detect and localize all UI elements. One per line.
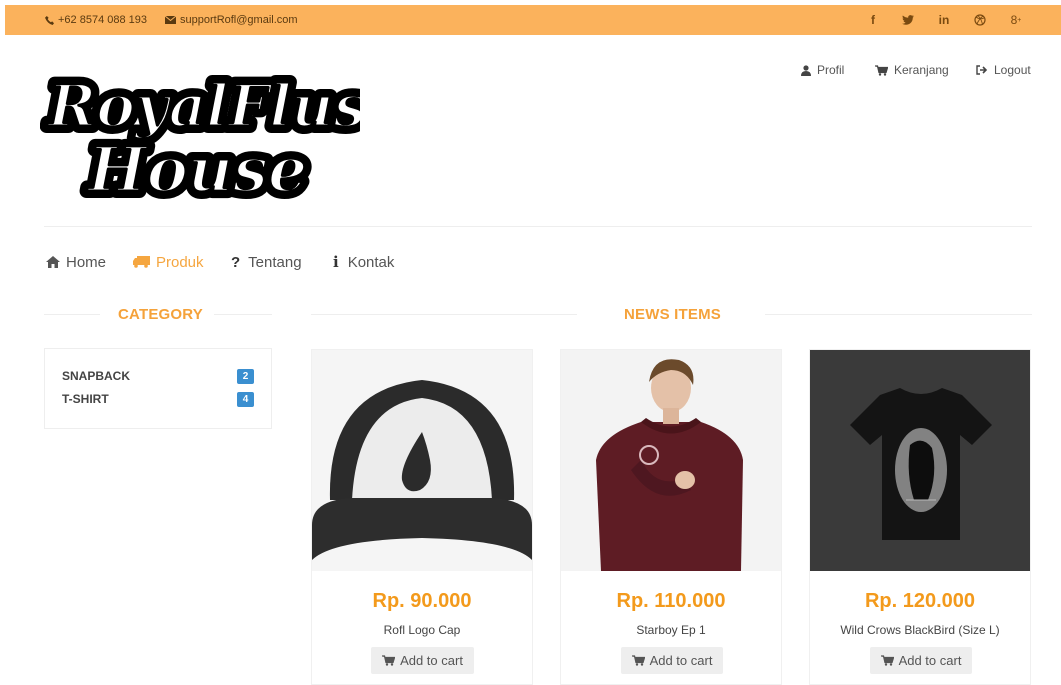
sign-out-icon <box>976 65 988 75</box>
nav-tentang-label[interactable]: Tentang <box>248 254 301 271</box>
add-to-cart-button[interactable]: Add to cart <box>371 647 474 674</box>
add-to-cart-button[interactable]: Add to cart <box>870 647 972 674</box>
nav-kontak-label[interactable]: Kontak <box>348 254 395 271</box>
product-card: Rp. 120.000 Wild Crows BlackBird (Size L… <box>809 349 1031 685</box>
product-name[interactable]: Rofl Logo Cap <box>312 623 532 637</box>
nav-tentang[interactable]: ? Tentang <box>231 253 302 271</box>
news-items-title: NEWS ITEMS <box>624 306 722 323</box>
product-name[interactable]: Starboy Ep 1 <box>561 623 781 637</box>
keranjang-link[interactable]: Keranjang <box>875 62 949 78</box>
product-image[interactable] <box>561 350 781 571</box>
add-to-cart-label[interactable]: Add to cart <box>899 653 962 668</box>
header-divider <box>44 226 1032 227</box>
product-price: Rp. 90.000 <box>372 590 472 612</box>
cart-icon <box>875 64 888 76</box>
twitter-icon[interactable] <box>898 5 918 35</box>
phone-icon <box>45 15 54 25</box>
logout-label[interactable]: Logout <box>994 63 1031 77</box>
info-icon: i <box>333 253 339 271</box>
cart-icon <box>880 655 894 666</box>
category-line-left <box>44 314 100 315</box>
logo-text-line1: RoyalFlush <box>46 72 360 140</box>
email-contact[interactable]: supportRofl@gmail.com <box>165 5 298 35</box>
linkedin-icon[interactable]: in <box>934 5 954 35</box>
product-price: Rp. 120.000 <box>864 590 976 612</box>
category-panel: SNAPBACK 2 T-SHIRT 4 <box>44 348 272 429</box>
product-image[interactable] <box>312 350 532 571</box>
cart-icon <box>631 655 645 666</box>
profil-link[interactable]: Profil <box>801 62 844 78</box>
category-label[interactable]: T-SHIRT <box>62 392 109 406</box>
news-line-left <box>311 314 577 315</box>
count-badge: 2 <box>237 368 254 384</box>
add-to-cart-label[interactable]: Add to cart <box>400 653 463 668</box>
category-title: CATEGORY <box>118 306 203 323</box>
home-icon <box>46 256 60 268</box>
question-icon: ? <box>231 253 241 271</box>
nav-produk-label[interactable]: Produk <box>156 254 204 271</box>
truck-icon <box>133 256 150 268</box>
cart-icon <box>382 655 396 666</box>
logout-link[interactable]: Logout <box>976 62 1031 78</box>
product-card: Rp. 110.000 Starboy Ep 1 Add to cart <box>560 349 782 685</box>
product-name[interactable]: Wild Crows BlackBird (Size L) <box>810 623 1030 637</box>
product-card: Rp. 90.000 Rofl Logo Cap Add to cart <box>311 349 533 685</box>
product-image[interactable] <box>810 350 1030 571</box>
nav-produk[interactable]: Produk <box>133 253 204 271</box>
profil-label[interactable]: Profil <box>817 63 844 77</box>
phone-contact: +62 8574 088 193 <box>45 5 147 35</box>
add-to-cart-label[interactable]: Add to cart <box>650 653 713 668</box>
royal-flush-house-logo[interactable]: RoyalFlush RoyalFlush House House <box>39 48 415 213</box>
category-item-tshirt[interactable]: T-SHIRT 4 <box>62 391 254 407</box>
google-plus-icon[interactable]: 8 + <box>1006 5 1026 35</box>
phone-number: +62 8574 088 193 <box>58 14 148 26</box>
envelope-icon <box>165 16 176 24</box>
dribbble-icon[interactable] <box>970 5 990 35</box>
nav-home-label[interactable]: Home <box>66 254 106 271</box>
facebook-icon[interactable]: f <box>863 5 883 35</box>
category-item-snapback[interactable]: SNAPBACK 2 <box>62 368 254 384</box>
nav-kontak[interactable]: i Kontak <box>333 253 394 271</box>
add-to-cart-button[interactable]: Add to cart <box>621 647 723 674</box>
top-bar: +62 8574 088 193 supportRofl@gmail.com f… <box>5 5 1061 35</box>
user-icon <box>801 64 811 76</box>
logo-text-line2: House <box>86 133 307 206</box>
count-badge: 4 <box>237 391 254 407</box>
keranjang-label[interactable]: Keranjang <box>894 63 949 77</box>
email-address[interactable]: supportRofl@gmail.com <box>180 14 298 26</box>
category-label[interactable]: SNAPBACK <box>62 369 130 383</box>
news-line-right <box>765 314 1032 315</box>
category-line-right <box>214 314 272 315</box>
nav-home[interactable]: Home <box>46 253 106 271</box>
product-price: Rp. 110.000 <box>616 590 726 612</box>
